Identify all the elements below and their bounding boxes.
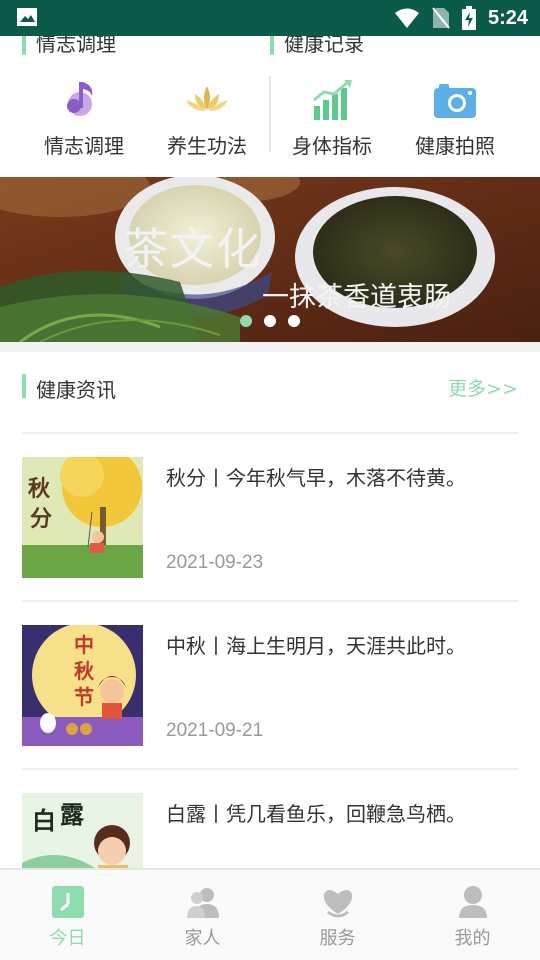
section-accent-bar <box>22 374 26 398</box>
quick-item-label: 养生功法 <box>167 134 247 158</box>
thumb-char: 秋 <box>74 659 94 683</box>
status-bar: 5:24 <box>0 0 540 36</box>
bottom-tab-bar: 今日 家人 服务 我的 <box>0 868 540 960</box>
section-header-health-record: 健康记录 <box>270 36 364 58</box>
tea-culture-banner[interactable]: 茶文化 一抹茶香道衷肠 <box>0 177 540 342</box>
news-title: 中秋丨海上生明月，天涯共此时。 <box>166 634 466 658</box>
carousel-dot[interactable] <box>288 315 300 327</box>
news-title: 秋分丨今年秋气早，木落不待黄。 <box>166 466 466 490</box>
thumb-char: 节 <box>74 685 94 709</box>
section-title-emotion: 情志调理 <box>36 36 116 56</box>
news-header-title: 健康资讯 <box>36 378 116 402</box>
news-list: 秋 分 秋分丨今年秋气早，木落不待黄。 2021-09-23 中 秋 节 中秋丨… <box>22 432 518 936</box>
status-time: 5:24 <box>487 6 528 29</box>
tab-service[interactable]: 服务 <box>270 870 405 960</box>
section-accent-bar <box>270 36 274 55</box>
quick-item-label: 情志调理 <box>44 134 124 158</box>
no-sim-icon <box>432 7 450 29</box>
thumb-char: 露 <box>60 801 84 829</box>
news-thumbnail: 中 秋 节 <box>22 625 143 746</box>
quick-item-exercise[interactable]: 养生功法 <box>145 70 269 162</box>
news-thumbnail: 秋 分 <box>22 457 143 578</box>
news-item[interactable]: 秋 分 秋分丨今年秋气早，木落不待黄。 2021-09-23 <box>22 432 518 600</box>
news-date: 2021-09-23 <box>166 552 264 573</box>
quick-item-emotion[interactable]: 情志调理 <box>22 70 146 162</box>
news-date: 2021-09-21 <box>166 720 264 741</box>
section-header-emotion: 情志调理 <box>22 36 116 58</box>
tab-family[interactable]: 家人 <box>135 870 270 960</box>
news-header: 健康资讯 更多>> <box>22 372 518 402</box>
lotus-icon <box>186 86 228 111</box>
profile-icon <box>458 886 487 918</box>
tab-label: 家人 <box>184 928 221 949</box>
banner-subtitle: 一抹茶香道衷肠 <box>262 282 451 313</box>
tab-label: 今日 <box>49 928 86 949</box>
tab-label: 服务 <box>319 928 356 949</box>
quick-item-body-metrics[interactable]: 身体指标 <box>270 70 394 162</box>
carousel-dot-active[interactable] <box>240 315 252 327</box>
quick-item-photo[interactable]: 健康拍照 <box>393 70 517 162</box>
battery-charging-icon <box>461 6 476 30</box>
section-gap <box>0 342 540 352</box>
today-icon <box>51 886 84 918</box>
section-accent-bar <box>22 36 26 55</box>
wifi-icon <box>394 8 419 28</box>
thumb-char: 秋 <box>28 477 51 502</box>
banner-title: 茶文化 <box>124 224 262 275</box>
quick-item-label: 健康拍照 <box>415 134 495 158</box>
news-item[interactable]: 中 秋 节 中秋丨海上生明月，天涯共此时。 2021-09-21 <box>22 600 518 768</box>
music-note-icon <box>67 82 93 116</box>
carousel-dot[interactable] <box>264 315 276 327</box>
bar-chart-icon <box>313 80 352 120</box>
quick-row-divider <box>269 76 271 152</box>
more-news-link[interactable]: 更多>> <box>448 374 518 401</box>
family-icon <box>186 888 219 918</box>
thumb-char: 分 <box>30 507 53 532</box>
thumb-char: 中 <box>74 633 94 657</box>
quick-item-label: 身体指标 <box>292 134 372 158</box>
camera-icon <box>434 84 476 118</box>
tab-today[interactable]: 今日 <box>0 870 135 960</box>
gallery-notification-icon <box>17 8 37 26</box>
tab-label: 我的 <box>454 928 491 949</box>
news-title: 白露丨凭几看鱼乐，回鞭急鸟栖。 <box>166 802 466 826</box>
section-title-health-record: 健康记录 <box>284 36 364 56</box>
thumb-char: 白 <box>32 807 56 835</box>
service-icon <box>323 890 352 918</box>
tab-profile[interactable]: 我的 <box>405 870 540 960</box>
